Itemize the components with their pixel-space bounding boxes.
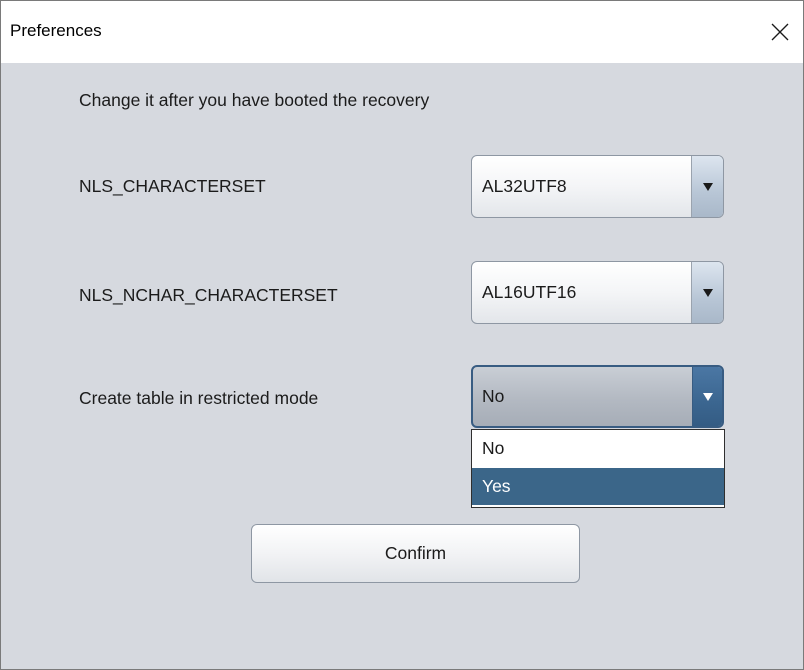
chevron-down-icon	[702, 182, 713, 191]
restricted-mode-label: Create table in restricted mode	[79, 388, 319, 408]
chevron-down-icon	[702, 288, 713, 297]
hint-text: Change it after you have booted the reco…	[79, 90, 430, 110]
nls-characterset-select[interactable]: AL32UTF8	[471, 155, 724, 218]
nls-nchar-characterset-label: NLS_NCHAR_CHARACTERSET	[79, 285, 338, 305]
window-title: Preferences	[10, 21, 102, 40]
nls-nchar-characterset-value: AL16UTF16	[482, 282, 577, 302]
preferences-dialog: Preferences Change it after you have boo…	[0, 0, 804, 670]
restricted-mode-value: No	[482, 386, 505, 406]
restricted-mode-select[interactable]: No	[471, 365, 724, 428]
nls-nchar-characterset-select[interactable]: AL16UTF16	[471, 261, 724, 324]
confirm-button[interactable]: Confirm	[251, 524, 580, 583]
option-no[interactable]: No	[472, 430, 724, 467]
title-bar: Preferences	[1, 1, 803, 63]
chevron-down-icon	[702, 392, 713, 401]
nls-characterset-label: NLS_CHARACTERSET	[79, 176, 266, 196]
nls-nchar-characterset-dropdown-button[interactable]	[691, 262, 723, 323]
option-yes[interactable]: Yes	[472, 468, 724, 505]
restricted-mode-options: No Yes	[471, 429, 725, 508]
restricted-mode-dropdown-button[interactable]	[692, 367, 722, 426]
close-button[interactable]	[757, 1, 803, 63]
dialog-content: Change it after you have booted the reco…	[1, 63, 803, 669]
nls-characterset-dropdown-button[interactable]	[691, 156, 723, 217]
nls-characterset-value: AL32UTF8	[482, 176, 567, 196]
close-icon	[771, 23, 789, 41]
